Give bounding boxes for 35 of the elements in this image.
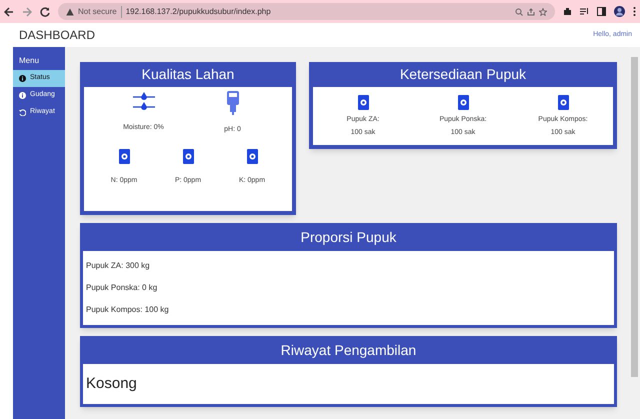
address-bar[interactable]: Not secure 192.168.137.2/pupukkudsubur/index.php (58, 3, 555, 20)
card-title: Riwayat Pengambilan (280, 341, 418, 360)
water-drop-icon (132, 91, 154, 113)
fertilizer-bag-icon (358, 95, 368, 110)
empty-text: Kosong (86, 374, 137, 394)
proportion-line: Pupuk Ponska: 0 kg (86, 282, 158, 294)
avatar-icon[interactable] (614, 6, 625, 17)
back-icon[interactable] (4, 6, 14, 16)
fertilizer-bag-icon (118, 148, 130, 164)
url-text: 192.168.137.2/pupukkudsubur/index.php (126, 6, 271, 18)
fertilizer-bag-icon (182, 148, 194, 164)
proportion-line: Pupuk ZA: 300 kg (86, 260, 151, 272)
reload-icon[interactable] (40, 6, 50, 16)
card-title: Ketersediaan Pupuk (398, 65, 528, 84)
zoom-icon[interactable] (515, 8, 523, 16)
share-icon[interactable] (527, 8, 535, 16)
security-label: Not secure (78, 6, 122, 18)
page-title: DASHBOARD (19, 27, 96, 44)
warning-icon (66, 8, 74, 16)
proportion-line: Pupuk Kompos: 100 kg (86, 304, 170, 316)
fertilizer-bag-icon (458, 95, 468, 110)
fertilizer-bag-icon (246, 148, 258, 164)
card-title: Proporsi Pupuk (300, 228, 398, 247)
fertilizer-bag-icon (558, 95, 568, 110)
star-icon[interactable] (539, 8, 547, 16)
ph-meter-icon (226, 91, 240, 115)
history-icon (19, 109, 26, 116)
info-icon (19, 92, 26, 99)
info-icon (19, 75, 26, 82)
sidebar-heading: Menu (18, 55, 40, 67)
sidepanel-icon[interactable] (597, 7, 606, 16)
card-title: Kualitas Lahan (140, 65, 236, 84)
playlist-icon[interactable] (580, 7, 589, 16)
scrollbar[interactable] (629, 47, 640, 419)
more-icon[interactable] (633, 7, 636, 16)
